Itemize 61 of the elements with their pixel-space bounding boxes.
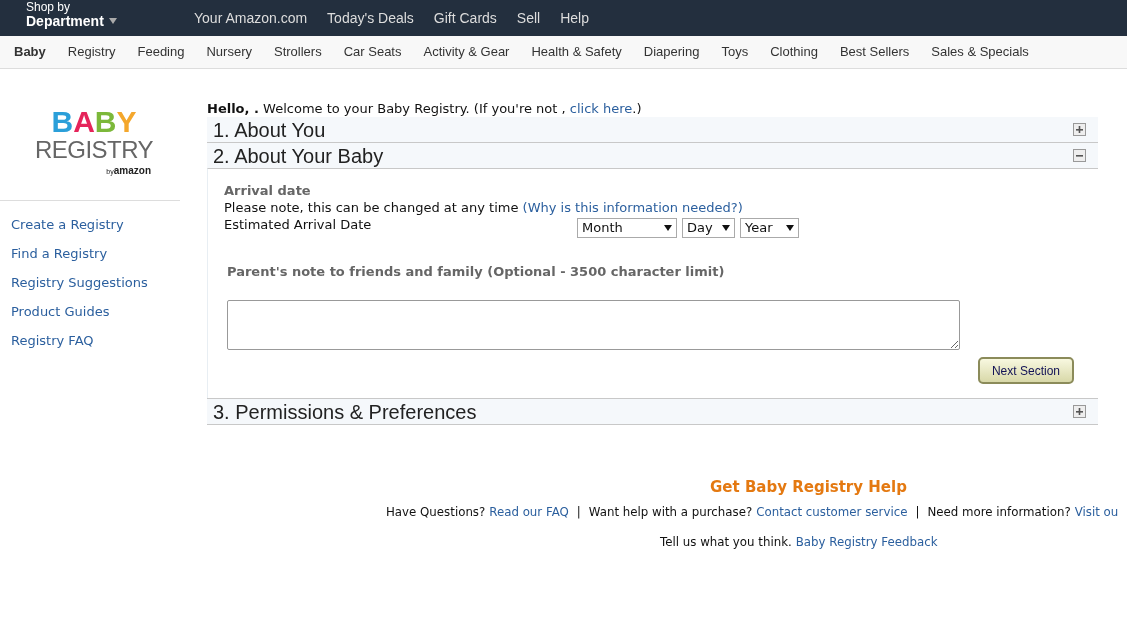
dropdown-caret-icon: [722, 225, 730, 231]
greeting-end: .): [632, 101, 642, 116]
category-tab[interactable]: Baby: [14, 42, 46, 62]
sidebar-link[interactable]: Registry Suggestions: [0, 273, 180, 292]
separator: |: [915, 504, 920, 521]
caret-icon: [108, 18, 117, 24]
arrival-note: Please note, this can be changed at any time: [224, 200, 519, 215]
dropdown-caret-icon: [786, 225, 794, 231]
date-select[interactable]: Month: [577, 218, 677, 238]
sidebar-link[interactable]: Create a Registry: [0, 215, 180, 234]
category-tab[interactable]: Nursery: [206, 42, 252, 62]
category-tab[interactable]: Registry: [67, 42, 116, 62]
expand-icon[interactable]: [1073, 405, 1086, 418]
category-tab[interactable]: Activity & Gear: [423, 42, 510, 62]
date-select[interactable]: Day: [682, 218, 735, 238]
section-header[interactable]: 3. Permissions & Preferences: [207, 399, 1098, 424]
category-tab[interactable]: Car Seats: [343, 42, 402, 62]
date-label: Estimated Arrival Date: [224, 216, 373, 233]
visit-link[interactable]: Visit ou: [1074, 502, 1119, 522]
help-question: Want help with a purchase?: [588, 504, 753, 521]
note-textarea[interactable]: [227, 300, 960, 350]
note-label: Parent's note to friends and family (Optional - 3500 character limit): [227, 264, 726, 280]
category-tab[interactable]: Sales & Specials: [931, 42, 1029, 62]
category-tab[interactable]: Toys: [721, 42, 749, 62]
department-menu[interactable]: Shop by Department: [26, 0, 194, 28]
info-link[interactable]: (Why is this information needed?): [522, 200, 743, 215]
help-question: Need more information?: [927, 504, 1071, 521]
feedback-link[interactable]: Baby Registry Feedback: [795, 532, 938, 552]
category-tab[interactable]: Clothing: [770, 42, 818, 62]
arrival-date-heading: Arrival date: [224, 183, 312, 199]
dropdown-caret-icon: [664, 225, 672, 231]
top-nav-link[interactable]: Today's Deals: [327, 7, 414, 29]
expand-icon[interactable]: [1073, 123, 1086, 136]
category-tab[interactable]: Health & Safety: [531, 42, 622, 62]
category-tab[interactable]: Strollers: [274, 42, 322, 62]
section-title: 2. About Your Baby: [213, 145, 384, 166]
customer-service-link[interactable]: Contact customer service: [756, 502, 908, 522]
sidebar-link[interactable]: Find a Registry: [0, 244, 180, 263]
section-title: 1. About You: [213, 119, 326, 140]
top-nav-link[interactable]: Your Amazon.com: [194, 7, 308, 29]
help-title: Get Baby Registry Help: [710, 477, 908, 497]
date-select[interactable]: Year: [740, 218, 799, 238]
feedback-text: Tell us what you think.: [660, 534, 792, 551]
top-nav-link[interactable]: Gift Cards: [433, 7, 497, 29]
click-here-link[interactable]: click here: [569, 101, 633, 116]
separator: |: [576, 504, 581, 521]
top-nav-link[interactable]: Help: [560, 7, 589, 29]
category-tab[interactable]: Diapering: [643, 42, 700, 62]
sidebar-link[interactable]: Product Guides: [0, 302, 180, 321]
section-title: 3. Permissions & Preferences: [213, 401, 477, 422]
category-tab[interactable]: Feeding: [137, 42, 185, 62]
section-header[interactable]: 2. About Your Baby: [207, 143, 1098, 168]
section-header[interactable]: 1. About You: [207, 117, 1098, 142]
category-tab[interactable]: Best Sellers: [839, 42, 910, 62]
help-question: Have Questions?: [386, 504, 486, 521]
next-section-button[interactable]: Next Section: [977, 357, 1074, 384]
faq-link[interactable]: Read our FAQ: [489, 502, 569, 522]
top-nav-link[interactable]: Sell: [516, 7, 541, 29]
sidebar-link[interactable]: Registry FAQ: [0, 331, 180, 350]
collapse-icon[interactable]: [1073, 149, 1086, 162]
greeting-text: Hello, . Welcome to your Baby Registry. (If you're not ,: [207, 101, 566, 116]
